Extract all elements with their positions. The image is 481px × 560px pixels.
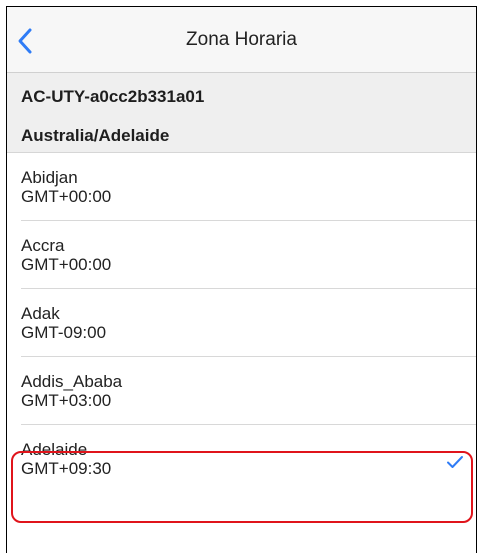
checkmark-icon xyxy=(447,456,463,468)
timezone-item-accra[interactable]: Accra GMT+00:00 xyxy=(7,221,476,288)
device-header: AC-UTY-a0cc2b331a01 Australia/Adelaide xyxy=(7,73,476,153)
page-title: Zona Horaria xyxy=(186,29,297,50)
device-id: AC-UTY-a0cc2b331a01 xyxy=(21,87,205,106)
timezone-offset: GMT+00:00 xyxy=(21,187,112,206)
timezone-offset: GMT+03:00 xyxy=(21,391,112,410)
timezone-name: Adelaide xyxy=(21,440,88,459)
timezone-name: Accra xyxy=(21,236,65,255)
current-timezone: Australia/Adelaide xyxy=(21,126,170,145)
timezone-offset: GMT+00:00 xyxy=(21,255,112,274)
navigation-bar: Zona Horaria xyxy=(7,7,476,73)
timezone-item-adelaide[interactable]: Adelaide GMT+09:30 xyxy=(7,425,476,492)
timezone-offset: GMT-09:00 xyxy=(21,323,107,342)
timezone-offset: GMT+09:30 xyxy=(21,459,112,478)
screen-frame: Zona Horaria AC-UTY-a0cc2b331a01 Austral… xyxy=(6,6,477,553)
timezone-list: Abidjan GMT+00:00 Accra GMT+00:00 Adak G… xyxy=(7,153,476,492)
timezone-item-adak[interactable]: Adak GMT-09:00 xyxy=(7,289,476,356)
timezone-item-abidjan[interactable]: Abidjan GMT+00:00 xyxy=(7,153,476,220)
timezone-item-addis-ababa[interactable]: Addis_Ababa GMT+03:00 xyxy=(7,357,476,424)
timezone-name: Addis_Ababa xyxy=(21,372,123,391)
timezone-name: Adak xyxy=(21,304,60,323)
timezone-name: Abidjan xyxy=(21,168,78,187)
